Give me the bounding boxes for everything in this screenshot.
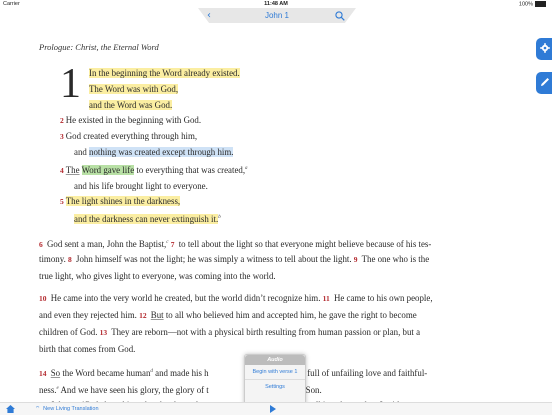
verse-text: And we have seen his glory, the glory of… [58,384,209,395]
settings-button[interactable] [536,38,552,60]
paragraph: 6 God sent a man, John the Baptist,c 7 t… [39,234,519,286]
verse-text: true light, who gives light to everyone,… [39,271,276,282]
poetry-block: In the beginning the Word already existe… [60,66,320,228]
verse-text: and made his h [152,367,209,378]
verse-text: God sent a man, John the Baptist, [44,238,167,249]
chapter-nav-bar: ‹ John 1 [198,8,356,23]
bottom-toolbar: ⌔ New Living Translation [0,402,552,415]
text-line: children of God. 13 They are reborn—not … [39,324,519,341]
verse-text: and his life brought light to everyone. [74,180,208,191]
verse-line[interactable]: 4 The Word gave life to everything that w… [60,161,320,179]
verse-line[interactable]: In the beginning the Word already existe… [60,66,320,82]
verse-line[interactable]: and his life brought light to everyone. [60,179,320,195]
footnote-marker[interactable]: b [218,215,221,220]
highlighted-text: In the beginning the Word already existe… [89,68,240,78]
version-selector[interactable]: ⌔ New Living Translation [35,405,99,413]
wifi-icon: ⌔ [35,406,41,412]
verse-text: He came to his own people, [331,292,433,303]
verse-number[interactable]: 7 [171,240,175,249]
verse-line[interactable]: 5 The light shines in the darkness, [60,194,320,210]
verse-number[interactable]: 14 [39,369,47,378]
verse-text: and even they rejected him. [39,309,140,320]
highlighted-text: The light shines in the darkness, [65,196,181,207]
verse-number[interactable]: 13 [100,328,108,337]
edit-button[interactable] [536,72,552,94]
verse-line[interactable]: and the Word was God. [60,98,320,114]
gear-icon [540,43,550,53]
text-line: timony. 8 John himself was not the light… [39,251,519,268]
highlighted-text: and the Word was God. [89,99,173,110]
verse-text: John himself was not the light; he was s… [73,254,354,265]
audio-popup: Audio Begin with verse 1 Settings [244,354,306,406]
verse-number[interactable]: 2 [60,116,64,125]
chapter-title[interactable]: John 1 [198,8,356,23]
battery-percent: 100% [518,1,533,8]
clock: 11:48 AM [264,1,288,7]
verse-text: God created everything through him, [65,131,198,142]
verse-text: He existed in the beginning with God. [65,115,202,126]
verse-text: ness. [39,384,57,395]
verse-number[interactable]: 4 [60,166,64,175]
underlined-text: So [50,367,61,378]
verse-text: to tell about the light so that everyone… [176,238,432,249]
verse-number[interactable]: 10 [39,294,47,303]
text-line: 6 God sent a man, John the Baptist,c 7 t… [39,234,519,251]
highlighted-text: and the darkness can never extinguish it… [74,214,219,225]
verse-text: The one who is the [359,254,430,265]
text-line: true light, who gives light to everyone,… [39,268,519,285]
verse-number[interactable]: 8 [68,255,72,264]
underlined-text: But [150,309,164,320]
highlighted-text: Word gave life [81,164,135,175]
verse-text: and [74,146,90,157]
verse-number[interactable]: 9 [354,255,358,264]
play-icon[interactable] [270,405,276,413]
verse-number[interactable]: 6 [39,240,43,249]
verse-text: timony. [39,254,69,265]
verse-text: birth that comes from God. [39,344,136,355]
verse-line[interactable]: and nothing was created except through h… [60,145,320,161]
verse-text: The [65,164,80,175]
section-heading: Prologue: Christ, the Eternal Word [39,42,159,52]
verse-number[interactable]: 12 [139,311,147,320]
verse-text: children of God. [39,327,100,338]
verse-line[interactable]: and the darkness can never extinguish it… [60,210,320,228]
audio-popup-header: Audio [245,355,305,365]
verse-text: They are reborn—not with a physical birt… [109,327,421,338]
verse-text: So the Word became human [50,367,151,378]
verse-line[interactable]: 2 He existed in the beginning with God. [60,113,320,129]
verse-number[interactable]: 5 [60,197,64,206]
highlighted-text: The Word was with God, [89,83,179,94]
begin-with-verse-button[interactable]: Begin with verse 1 [245,365,305,380]
highlighted-text: nothing was created except through him. [89,146,234,157]
audio-settings-button[interactable]: Settings [245,380,305,394]
battery-icon [535,1,546,7]
home-icon[interactable] [6,405,15,413]
footnote-marker[interactable]: a [245,166,248,171]
pencil-icon [541,78,549,86]
version-label: New Living Translation [43,406,99,412]
paragraph: 10 He came into the very world he create… [39,290,519,359]
search-icon[interactable] [335,11,345,21]
verse-text: But to all who believed him and accepted… [150,309,417,320]
verse-number[interactable]: 3 [60,132,64,141]
status-bar: Carrier 11:48 AM 100% [0,0,552,8]
verse-line[interactable]: The Word was with God, [60,82,320,98]
verse-text: to everything that was created, [134,164,246,175]
text-line: 10 He came into the very world he create… [39,290,519,307]
verse-text: He came into the very world he created, … [48,292,323,303]
text-line: and even they rejected him. 12 But to al… [39,307,519,324]
battery-status: 100% [519,1,546,7]
verse-line[interactable]: 3 God created everything through him, [60,129,320,145]
verse-number[interactable]: 11 [323,294,330,303]
